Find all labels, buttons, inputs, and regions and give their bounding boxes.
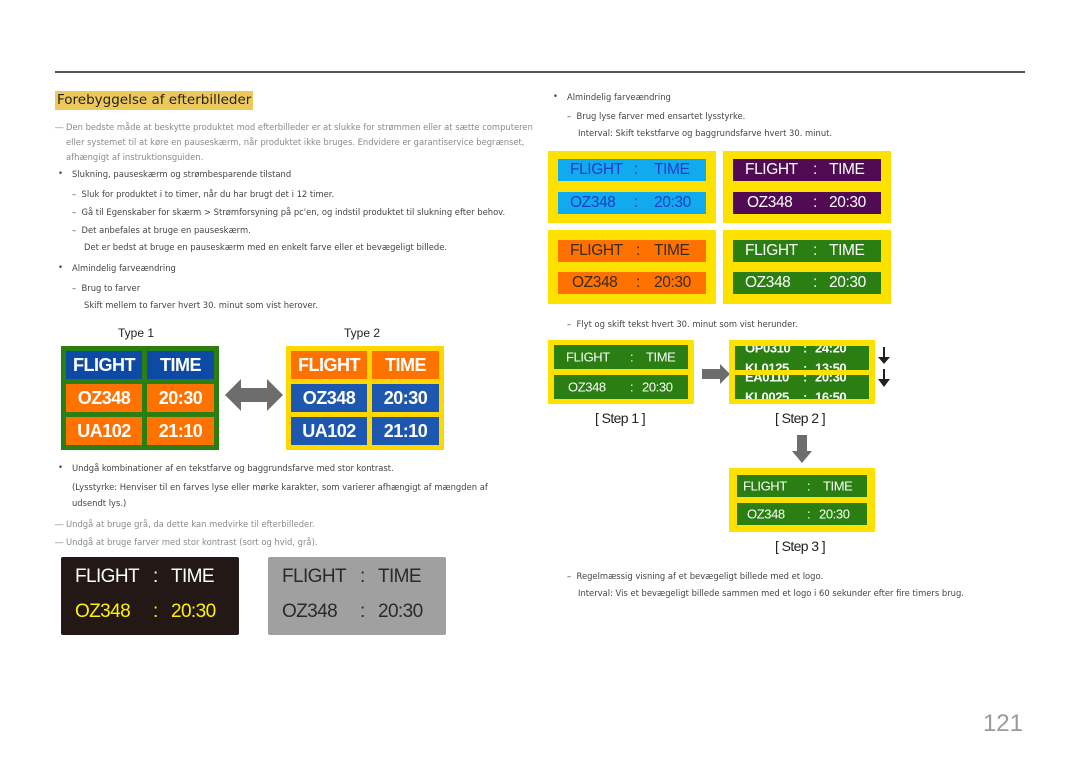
right-arrow-icon	[702, 364, 730, 384]
list-item-extra: Interval: Vis et bevægeligt billede samm…	[578, 588, 964, 598]
list-item: – Gå til Egenskaber for skærm > Strømfor…	[72, 207, 506, 217]
step1-label: [ Step 1 ]	[595, 410, 646, 426]
swap-arrow-icon	[225, 379, 283, 411]
list-item-extra: Interval: Skift tekstfarve og baggrundsf…	[578, 128, 833, 138]
board-row: FLIGHT : TIME	[75, 566, 215, 587]
dark-board: FLIGHT : TIME OZ348 : 20:30	[61, 557, 239, 635]
step3-label: [ Step 3 ]	[775, 538, 826, 554]
type1-label: Type 1	[118, 326, 155, 340]
board-row: FLIGHT : TIME	[282, 566, 422, 587]
bullet-color-title: Almindelig farveændring	[72, 263, 176, 273]
step2-board: OP0310:24:20 KL0125:13:50 EA0110:20:30 K…	[729, 340, 875, 404]
list-item-extra: Skift mellem to farver hvert 30. minut s…	[84, 300, 319, 310]
board-row: OZ348:20:30	[733, 192, 881, 214]
board-row: OZ348:20:30	[737, 503, 867, 525]
board-row: FLIGHT: TIME	[558, 240, 706, 262]
intro-note: ― Den bedste måde at beskytte produktet …	[55, 122, 533, 162]
bullet-contrast-title: Undgå kombinationer af en tekstfarve og …	[72, 463, 394, 473]
down-arrow-icon	[792, 435, 812, 463]
bullet-icon: •	[553, 91, 558, 101]
list-item: – Regelmæssig visning af et bevægeligt b…	[567, 571, 824, 581]
list-item-extra: Det er bedst at bruge en pauseskærm med …	[84, 242, 448, 252]
board-row: FLIGHT: TIME	[733, 240, 881, 262]
board-row: OZ348:20:30	[733, 272, 881, 294]
color-board-purple: FLIGHT: TIME OZ348:20:30	[723, 151, 891, 223]
board-cell: 21:10	[372, 417, 439, 445]
list-item: – Brug lyse farver med ensartet lysstyrk…	[567, 111, 746, 121]
list-item: – Sluk for produktet i to timer, når du …	[72, 189, 335, 199]
type1-board: FLIGHT TIME OZ348 20:30 UA102 21:10	[61, 346, 219, 450]
type2-board: FLIGHT TIME OZ348 20:30 UA102 21:10	[286, 346, 444, 450]
step3-board: FLIGHT: TIME OZ348:20:30	[729, 468, 875, 532]
board-row: OZ348 : 20:30	[282, 601, 423, 622]
board-cell: 21:10	[147, 417, 214, 445]
board-row: OZ348:20:30	[554, 375, 688, 399]
board-cell: TIME	[147, 351, 214, 379]
board-cell: UA102	[66, 417, 142, 445]
board-cell: OZ348	[66, 384, 142, 412]
note-contrast: ― Undgå at bruge farver med stor kontras…	[55, 535, 318, 550]
board-row: OZ348:20:30	[558, 272, 706, 294]
note-dash-icon: ―	[55, 537, 64, 547]
color-board-orange: FLIGHT: TIME OZ348:20:30	[548, 230, 716, 304]
bullet-icon: •	[58, 462, 63, 472]
list-item: – Det anbefales at bruge en pauseskærm.	[72, 225, 251, 235]
board-cell: FLIGHT	[291, 351, 367, 379]
step2-label: [ Step 2 ]	[775, 410, 826, 426]
board-row: FLIGHT: TIME	[558, 159, 706, 181]
bullet-contrast-extra: (Lysstyrke: Henviser til en farves lyse …	[72, 482, 488, 492]
note-dash-icon: ―	[55, 519, 64, 529]
section-heading: Forebyggelse af efterbilleder	[55, 91, 254, 110]
board-row: FLIGHT: TIME	[737, 475, 867, 497]
board-row: OZ348:20:30	[558, 192, 706, 214]
type2-label: Type 2	[344, 326, 381, 340]
board-row: FLIGHT: TIME	[554, 345, 688, 369]
right-bullet-title: Almindelig farveændring	[567, 92, 671, 102]
page-number: 121	[982, 710, 1023, 737]
board-row: OP0310:24:20 KL0125:13:50	[735, 346, 869, 370]
board-cell: FLIGHT	[66, 351, 142, 379]
grey-board: FLIGHT : TIME OZ348 : 20:30	[268, 557, 446, 635]
note-dash-icon: ―	[55, 122, 64, 132]
board-cell: OZ348	[291, 384, 367, 412]
top-divider	[55, 71, 1025, 73]
step1-board: FLIGHT: TIME OZ348:20:30	[548, 340, 694, 404]
bullet-contrast-extra: udsendt lys.)	[72, 498, 127, 508]
board-cell: 20:30	[147, 384, 214, 412]
board-row: EA0110:20:30 KL0025:16:50	[735, 375, 869, 399]
bullet-icon: •	[58, 168, 63, 178]
color-board-green: FLIGHT: TIME OZ348:20:30	[723, 230, 891, 304]
color-board-blue: FLIGHT: TIME OZ348:20:30	[548, 151, 716, 223]
bullet-icon: •	[58, 262, 63, 272]
list-item: – Flyt og skift tekst hvert 30. minut so…	[567, 319, 798, 329]
bullet-power-title: Slukning, pauseskærm og strømbesparende …	[72, 169, 292, 179]
board-row: FLIGHT: TIME	[733, 159, 881, 181]
list-item: – Brug to farver	[72, 283, 141, 293]
note-grey: ― Undgå at bruge grå, da dette kan medvi…	[55, 517, 315, 532]
scroll-down-arrows-icon	[878, 347, 890, 387]
board-cell: TIME	[372, 351, 439, 379]
board-row: OZ348 : 20:30	[75, 601, 216, 622]
board-cell: 20:30	[372, 384, 439, 412]
board-cell: UA102	[291, 417, 367, 445]
